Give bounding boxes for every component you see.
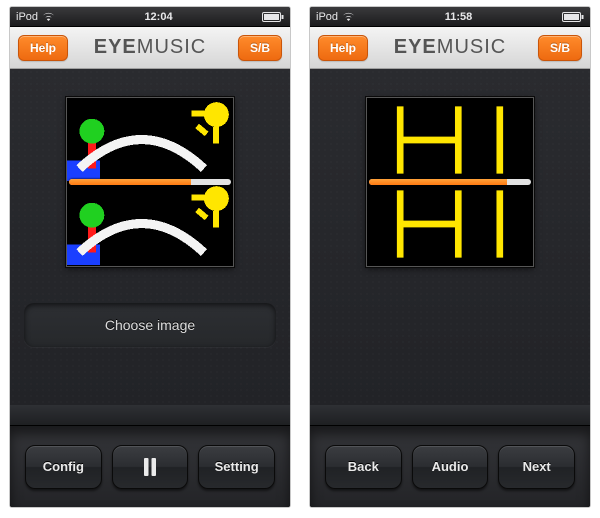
carrier-label: iPod bbox=[16, 11, 38, 23]
main-area: Choose image bbox=[10, 69, 290, 405]
back-button[interactable]: Back bbox=[325, 445, 402, 489]
wifi-icon bbox=[42, 12, 55, 22]
help-button[interactable]: Help bbox=[318, 35, 368, 61]
separator bbox=[10, 405, 290, 425]
help-label: Help bbox=[330, 41, 356, 55]
pause-icon bbox=[143, 458, 157, 476]
choose-image-panel: Choose image bbox=[24, 303, 276, 347]
audio-label: Audio bbox=[432, 459, 469, 474]
image-preview bbox=[366, 97, 534, 267]
screenshot-right: iPod 11:58 Help EYEMUSIC S/B bbox=[309, 6, 591, 508]
next-button[interactable]: Next bbox=[498, 445, 575, 489]
status-bar: iPod 12:04 bbox=[10, 7, 290, 27]
setting-button[interactable]: Setting bbox=[198, 445, 275, 489]
choose-image-label: Choose image bbox=[105, 317, 195, 333]
bottom-bar: Config Setting bbox=[10, 425, 290, 507]
sb-button[interactable]: S/B bbox=[238, 35, 282, 61]
choose-image-button[interactable]: Choose image bbox=[24, 303, 276, 347]
separator bbox=[310, 405, 590, 425]
preview-top bbox=[367, 98, 533, 182]
pause-button[interactable] bbox=[112, 445, 189, 489]
status-bar: iPod 11:58 bbox=[310, 7, 590, 27]
back-label: Back bbox=[348, 459, 379, 474]
next-label: Next bbox=[523, 459, 551, 474]
battery-icon bbox=[262, 12, 284, 22]
setting-label: Setting bbox=[215, 459, 259, 474]
sb-label: S/B bbox=[250, 41, 270, 55]
config-label: Config bbox=[43, 459, 84, 474]
preview-bottom bbox=[67, 182, 233, 266]
navbar: Help EYEMUSIC S/B bbox=[10, 27, 290, 69]
image-preview bbox=[66, 97, 234, 267]
scan-progress bbox=[369, 179, 531, 185]
preview-bottom bbox=[367, 182, 533, 266]
config-button[interactable]: Config bbox=[25, 445, 102, 489]
help-button[interactable]: Help bbox=[18, 35, 68, 61]
screenshot-left: iPod 12:04 Help EYEMUSIC S/B bbox=[9, 6, 291, 508]
scan-progress bbox=[69, 179, 231, 185]
sb-label: S/B bbox=[550, 41, 570, 55]
wifi-icon bbox=[342, 12, 355, 22]
audio-button[interactable]: Audio bbox=[412, 445, 489, 489]
help-label: Help bbox=[30, 41, 56, 55]
bottom-bar: Back Audio Next bbox=[310, 425, 590, 507]
clock: 12:04 bbox=[144, 11, 172, 23]
main-area bbox=[310, 69, 590, 405]
carrier-label: iPod bbox=[316, 11, 338, 23]
sb-button[interactable]: S/B bbox=[538, 35, 582, 61]
preview-top bbox=[67, 98, 233, 182]
battery-icon bbox=[562, 12, 584, 22]
clock: 11:58 bbox=[445, 11, 473, 23]
navbar: Help EYEMUSIC S/B bbox=[310, 27, 590, 69]
